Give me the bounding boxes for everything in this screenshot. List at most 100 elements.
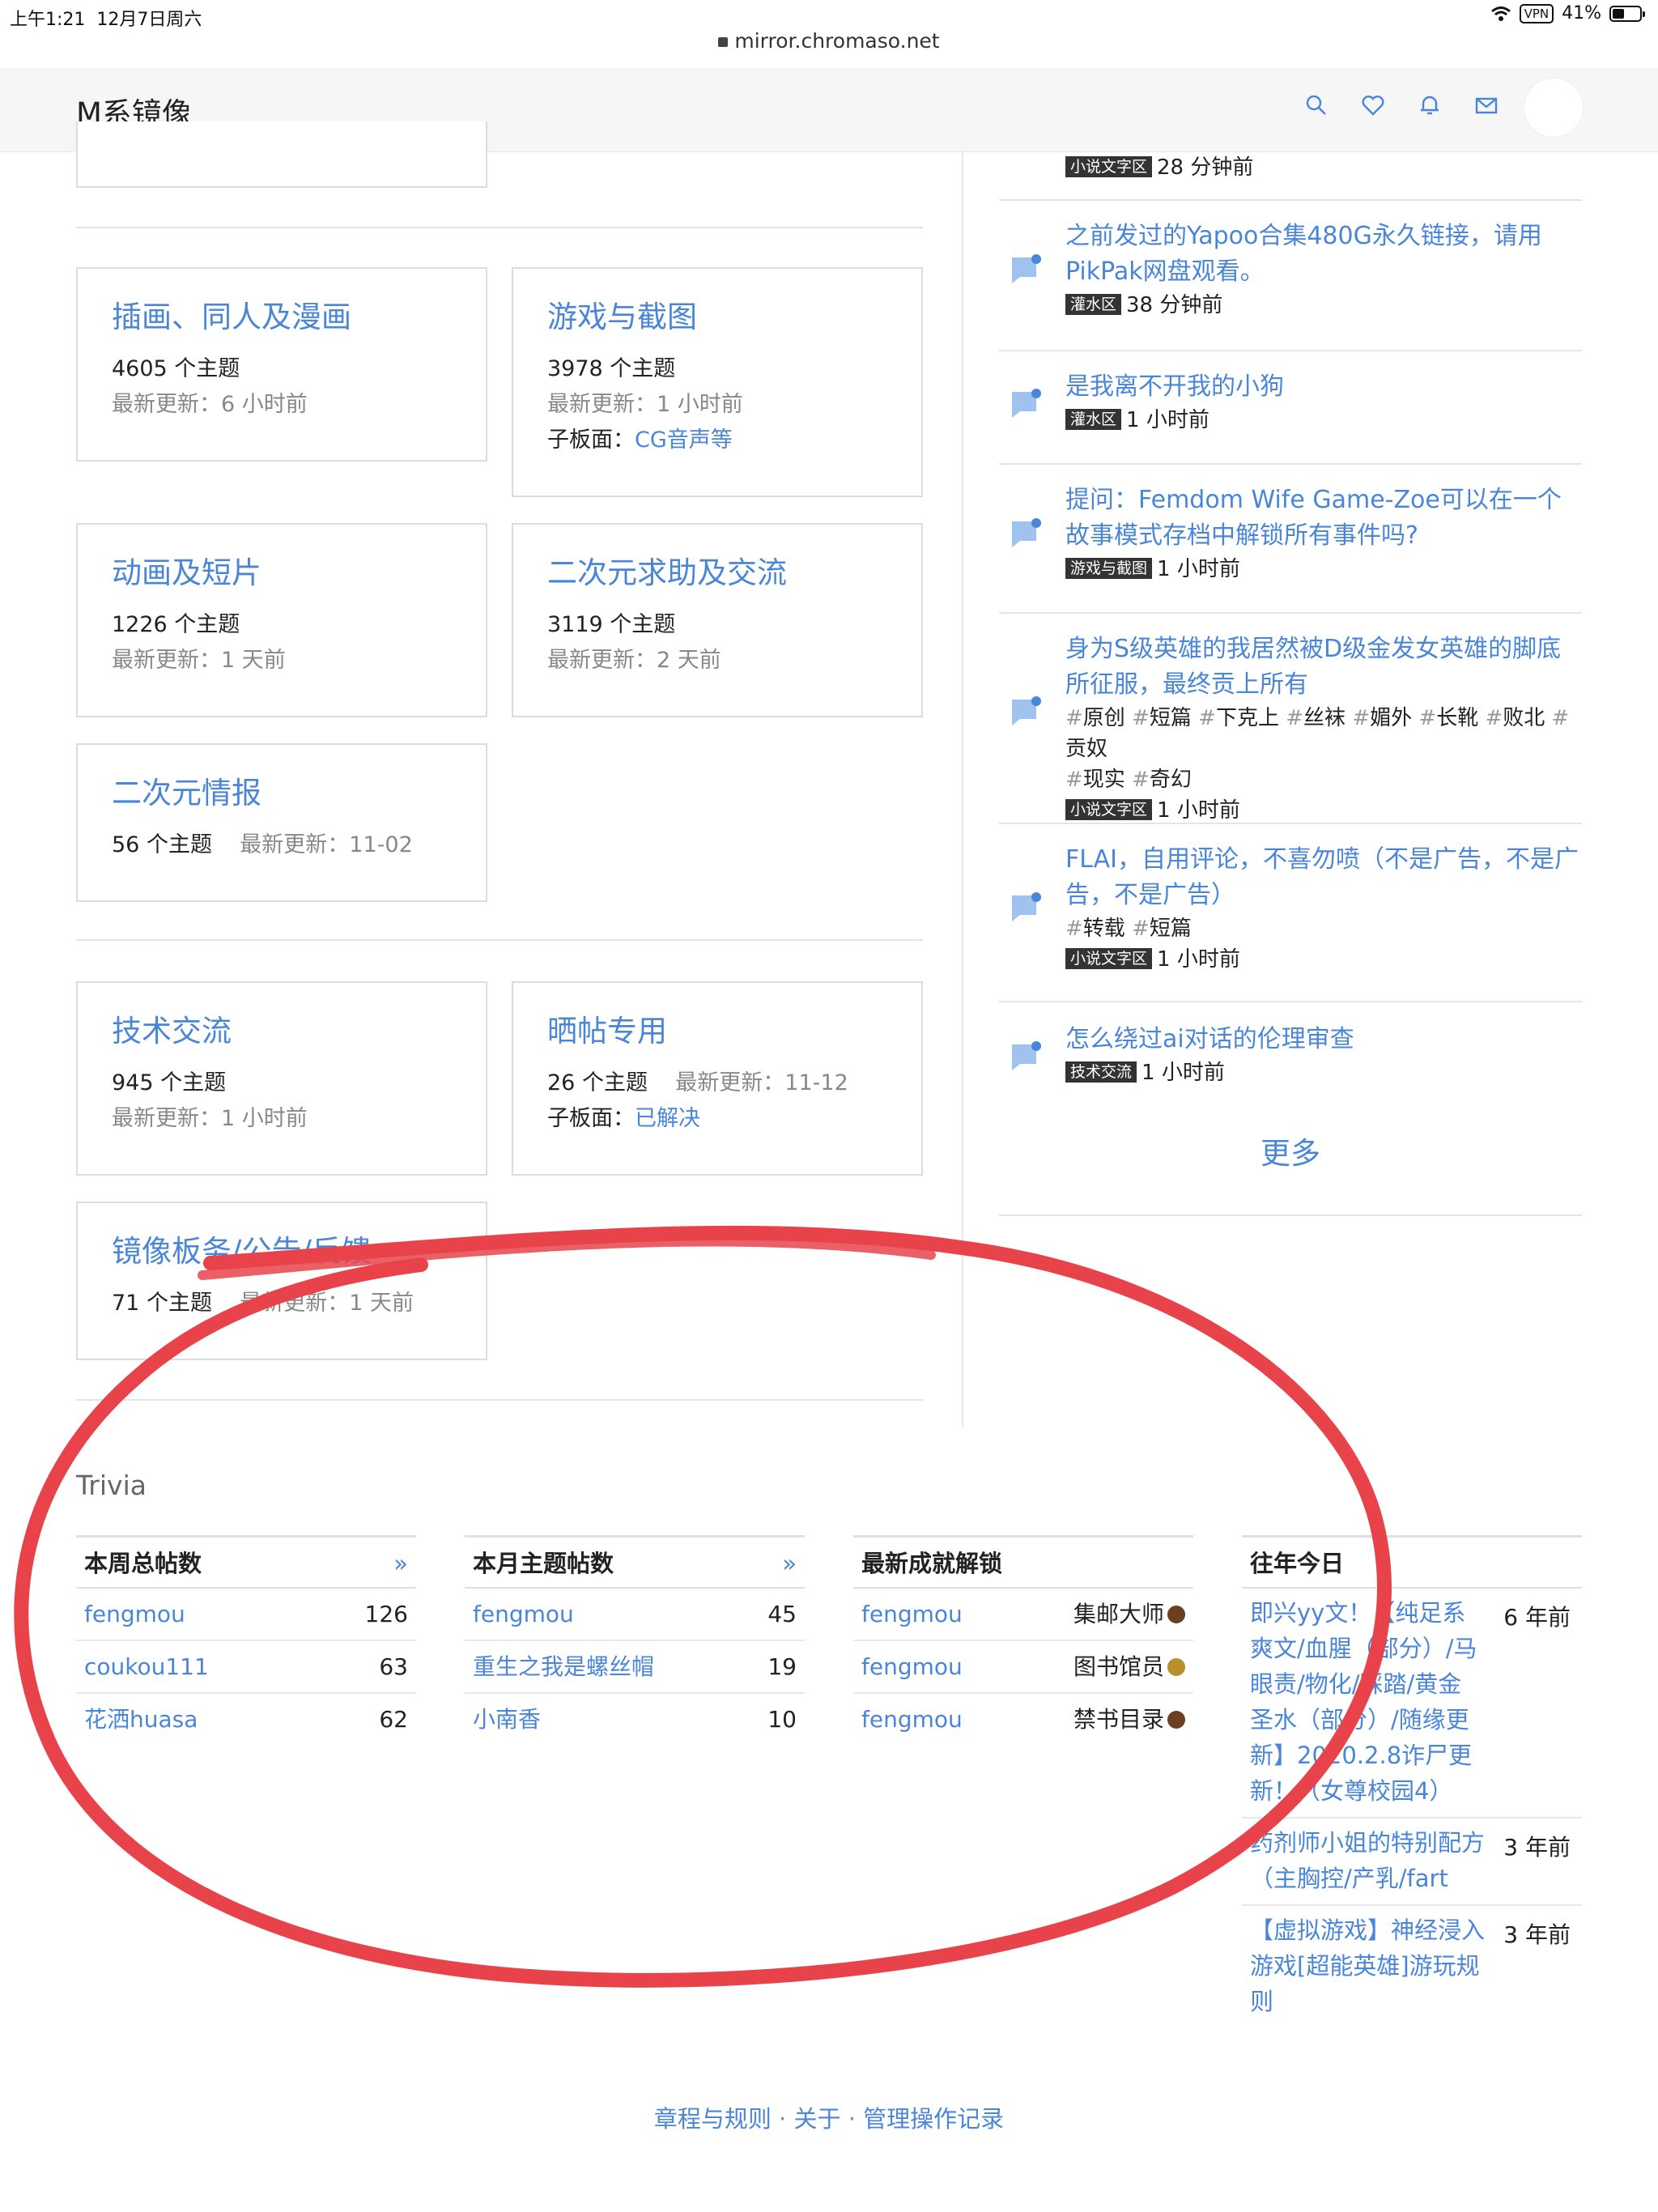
footer-modlog-link[interactable]: 管理操作记录 (863, 2105, 1004, 2133)
forum-title[interactable]: 晒帖专用 (547, 1014, 921, 1049)
user-link[interactable]: fengmou (84, 1601, 185, 1627)
tag-link[interactable]: 下克上 (1216, 706, 1279, 730)
tag-link[interactable]: 短篇 (1150, 706, 1192, 730)
site-footer: 章程与规则 · 关于 · 管理操作记录 (653, 2105, 1005, 2133)
tag-link[interactable]: 丝袜 (1303, 706, 1346, 730)
user-link[interactable]: coukou111 (84, 1653, 209, 1680)
search-icon[interactable] (1303, 92, 1329, 118)
status-right: VPN 41% (1490, 3, 1645, 23)
subboard-link[interactable]: 已解决 (635, 1106, 700, 1131)
forum-title[interactable]: 二次元求助及交流 (547, 555, 921, 591)
post-meta: 技术交流 1 小时前 (1065, 1057, 1582, 1088)
tag-link[interactable]: 媚外 (1370, 706, 1412, 730)
forum-topics: 1226 个主题 (112, 612, 240, 637)
table-header: 本周总帖数» (76, 1535, 416, 1589)
section-divider (76, 227, 923, 228)
tag-link[interactable]: 现实 (1083, 768, 1125, 792)
forum-subboards: 子板面：已解决 (547, 1106, 700, 1131)
forum-updated: 最新更新：1 小时前 (112, 1106, 308, 1131)
achievement-dot-icon (1167, 1711, 1185, 1729)
forum-title[interactable]: 镜像板务/公告/反馈 (112, 1234, 486, 1270)
forum-card-partial (76, 121, 487, 188)
table-row: coukou111 63 (76, 1641, 416, 1694)
forum-card[interactable]: 镜像板务/公告/反馈 71 个主题 最新更新：1 天前 (76, 1202, 487, 1360)
tag-link[interactable]: 长靴 (1436, 706, 1478, 730)
forum-card[interactable]: 插画、同人及漫画 4605 个主题 最新更新：6 小时前 (76, 267, 487, 462)
tag-link[interactable]: 败北 (1503, 706, 1545, 730)
footer-rules-link[interactable]: 章程与规则 (654, 2105, 772, 2133)
post-title[interactable]: FLAI，自用评论，不喜勿喷（不是广告，不是广告，不是广告） (1065, 842, 1582, 913)
on-this-day-table: 往年今日 即兴yy文！【纯足系爽文/血腥（部分）/马眼责/物化/踩踏/黄金圣水（… (1242, 1535, 1582, 2027)
lock-icon (718, 37, 729, 47)
post-title[interactable]: 身为S级英雄的我居然被D级金发女英雄的脚底所征服，最终贡上所有 (1065, 632, 1582, 703)
forum-card[interactable]: 技术交流 945 个主题 最新更新：1 小时前 (76, 981, 487, 1176)
forum-title[interactable]: 二次元情报 (112, 776, 486, 811)
table-header: 往年今日 (1242, 1535, 1582, 1589)
table-row: 药剂师小姐的特别配方（主胸控/产乳/fart 3 年前 (1242, 1819, 1582, 1906)
user-link[interactable]: 花洒huasa (84, 1706, 198, 1733)
forum-card[interactable]: 二次元情报 56 个主题 最新更新：11-02 (76, 743, 487, 902)
address-bar[interactable]: mirror.chromaso.net (0, 29, 1658, 53)
post-meta: 灌水区 1 小时前 (1065, 405, 1582, 436)
tag-link[interactable]: 转载 (1083, 917, 1125, 941)
heart-icon[interactable] (1360, 92, 1386, 118)
more-link[interactable]: » (782, 1538, 797, 1589)
forum-topics: 3978 个主题 (547, 356, 676, 381)
table-row: 花洒huasa 62 (84, 1706, 408, 1733)
forum-title[interactable]: 插画、同人及漫画 (112, 300, 486, 335)
user-link[interactable]: 重生之我是螺丝帽 (473, 1653, 654, 1680)
table-header: 本月主题帖数» (465, 1535, 805, 1589)
forum-card[interactable]: 动画及短片 1226 个主题 最新更新：1 天前 (76, 523, 487, 717)
post-board-badge[interactable]: 小说文字区 (1065, 948, 1153, 969)
post-board-badge[interactable]: 小说文字区 (1065, 799, 1153, 820)
post-link[interactable]: 【虚拟游戏】神经浸入游戏[超能英雄]游玩规则 (1250, 1912, 1485, 2019)
user-link[interactable]: fengmou (861, 1601, 963, 1627)
post-link[interactable]: 药剂师小姐的特别配方（主胸控/产乳/fart (1250, 1825, 1485, 1896)
tag-link[interactable]: 短篇 (1150, 917, 1192, 941)
post-link[interactable]: 即兴yy文！【纯足系爽文/血腥（部分）/马眼责/物化/踩踏/黄金圣水（部分）/随… (1250, 1595, 1485, 1809)
bell-icon[interactable] (1417, 92, 1443, 118)
post-title[interactable]: 提问：Femdom Wife Game-Zoe可以在一个故事模式存档中解锁所有事… (1065, 483, 1582, 554)
post-board-badge[interactable]: 技术交流 (1065, 1061, 1137, 1083)
tag-link[interactable]: 贡奴 (1065, 737, 1107, 761)
mail-icon[interactable] (1473, 92, 1499, 118)
achievement-name: 图书馆员 (1073, 1653, 1164, 1680)
table-row: 小南香 10 (473, 1706, 797, 1733)
forum-card[interactable]: 二次元求助及交流 3119 个主题 最新更新：2 天前 (512, 523, 923, 717)
post-meta: 游戏与截图 1 小时前 (1065, 554, 1582, 585)
chat-bubble-icon (1009, 389, 1044, 421)
forum-title[interactable]: 动画及短片 (112, 555, 486, 591)
post-meta: 小说文字区 1 小时前 (1065, 795, 1582, 826)
user-link[interactable]: fengmou (861, 1706, 963, 1733)
tag-link[interactable]: 原创 (1083, 706, 1125, 730)
post-title[interactable]: 怎么绕过ai对话的伦理审查 (1065, 1022, 1582, 1057)
forum-card[interactable]: 晒帖专用 26 个主题 最新更新：11-12 子板面：已解决 (512, 981, 923, 1176)
forum-topics: 945 个主题 (112, 1070, 227, 1095)
forum-title[interactable]: 技术交流 (112, 1014, 486, 1049)
more-link[interactable]: » (393, 1538, 408, 1589)
user-link[interactable]: fengmou (861, 1653, 963, 1680)
more-posts-link[interactable]: 更多 (999, 1129, 1582, 1172)
post-title[interactable]: 之前发过的Yapoo合集480G永久链接，请用PikPak网盘观看。 (1065, 219, 1582, 290)
forum-card[interactable]: 游戏与截图 3978 个主题 最新更新：1 小时前 子板面：CG音声等 (512, 267, 923, 497)
footer-about-link[interactable]: 关于 (793, 2105, 840, 2133)
post-board-badge[interactable]: 游戏与截图 (1065, 558, 1153, 579)
table-row: fengmou 禁书目录 (853, 1694, 1193, 1746)
post-item[interactable]: 小说文字区 28 分钟前 (999, 152, 1582, 201)
table-row: fengmou 图书馆员 (853, 1641, 1193, 1694)
post-board-badge[interactable]: 灌水区 (1065, 409, 1122, 430)
post-meta: 灌水区 38 分钟前 (1065, 290, 1582, 321)
section-divider (76, 939, 923, 941)
post-board-badge[interactable]: 灌水区 (1065, 294, 1122, 315)
subboard-link[interactable]: CG音声等 (635, 428, 733, 453)
post-title[interactable]: 是我离不开我的小狗 (1065, 369, 1582, 405)
user-avatar[interactable] (1524, 78, 1584, 138)
table-row: 重生之我是螺丝帽 19 (465, 1641, 805, 1694)
forum-topics-updated: 71 个主题 最新更新：1 天前 (112, 1291, 414, 1316)
user-link[interactable]: fengmou (473, 1601, 574, 1627)
tag-link[interactable]: 奇幻 (1150, 768, 1192, 792)
post-board-badge[interactable]: 小说文字区 (1065, 156, 1153, 177)
user-link[interactable]: 小南香 (473, 1706, 541, 1733)
vpn-badge: VPN (1519, 3, 1554, 23)
forum-title[interactable]: 游戏与截图 (547, 300, 921, 335)
